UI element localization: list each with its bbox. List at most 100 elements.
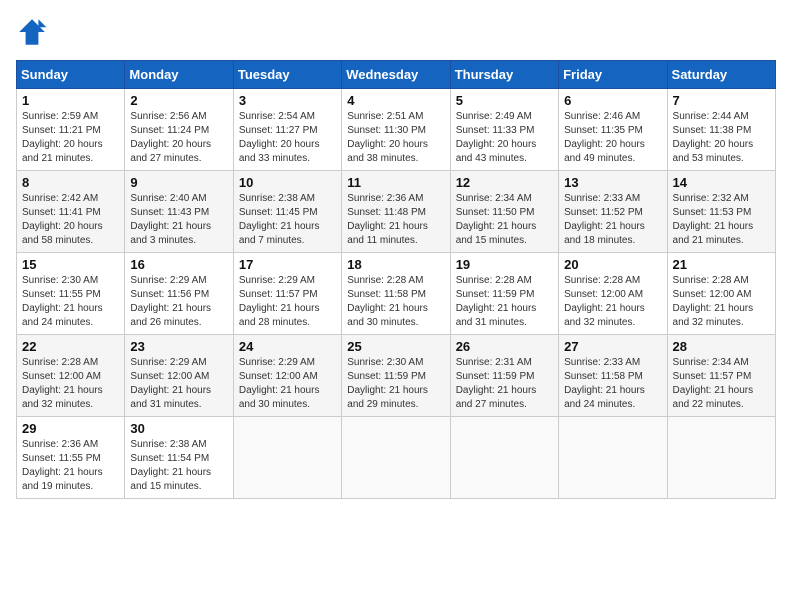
calendar-cell [233, 417, 341, 499]
day-info: Sunrise: 2:44 AMSunset: 11:38 PMDaylight… [673, 110, 770, 166]
day-info: Sunrise: 2:33 AMSunset: 11:58 PMDaylight… [564, 356, 661, 412]
day-number: 4 [347, 93, 444, 108]
day-number: 28 [673, 339, 770, 354]
calendar-cell: 14 Sunrise: 2:32 AMSunset: 11:53 PMDaylig… [667, 171, 775, 253]
page-header [16, 16, 776, 48]
calendar-cell: 28 Sunrise: 2:34 AMSunset: 11:57 PMDaylig… [667, 335, 775, 417]
day-number: 5 [456, 93, 553, 108]
day-number: 26 [456, 339, 553, 354]
day-info: Sunrise: 2:54 AMSunset: 11:27 PMDaylight… [239, 110, 336, 166]
weekday-header-monday: Monday [125, 61, 233, 89]
day-number: 16 [130, 257, 227, 272]
day-info: Sunrise: 2:28 AMSunset: 12:00 AMDaylight… [22, 356, 119, 412]
calendar-cell [559, 417, 667, 499]
calendar-cell: 11 Sunrise: 2:36 AMSunset: 11:48 PMDaylig… [342, 171, 450, 253]
calendar-cell: 19 Sunrise: 2:28 AMSunset: 11:59 PMDaylig… [450, 253, 558, 335]
day-info: Sunrise: 2:33 AMSunset: 11:52 PMDaylight… [564, 192, 661, 248]
day-info: Sunrise: 2:38 AMSunset: 11:54 PMDaylight… [130, 438, 227, 494]
day-info: Sunrise: 2:49 AMSunset: 11:33 PMDaylight… [456, 110, 553, 166]
calendar-cell: 13 Sunrise: 2:33 AMSunset: 11:52 PMDaylig… [559, 171, 667, 253]
calendar-header-row: SundayMondayTuesdayWednesdayThursdayFrid… [17, 61, 776, 89]
weekday-header-sunday: Sunday [17, 61, 125, 89]
calendar-week-1: 1 Sunrise: 2:59 AMSunset: 11:21 PMDayligh… [17, 89, 776, 171]
day-number: 24 [239, 339, 336, 354]
logo [16, 16, 52, 48]
calendar-week-4: 22Sunrise: 2:28 AMSunset: 12:00 AMDaylig… [17, 335, 776, 417]
weekday-header-tuesday: Tuesday [233, 61, 341, 89]
day-info: Sunrise: 2:38 AMSunset: 11:45 PMDaylight… [239, 192, 336, 248]
day-info: Sunrise: 2:36 AMSunset: 11:48 PMDaylight… [347, 192, 444, 248]
day-number: 1 [22, 93, 119, 108]
calendar-cell: 18 Sunrise: 2:28 AMSunset: 11:58 PMDaylig… [342, 253, 450, 335]
calendar-cell: 27 Sunrise: 2:33 AMSunset: 11:58 PMDaylig… [559, 335, 667, 417]
calendar-cell: 2 Sunrise: 2:56 AMSunset: 11:24 PMDayligh… [125, 89, 233, 171]
day-number: 10 [239, 175, 336, 190]
day-info: Sunrise: 2:28 AMSunset: 11:58 PMDaylight… [347, 274, 444, 330]
day-info: Sunrise: 2:29 AMSunset: 11:57 PMDaylight… [239, 274, 336, 330]
day-number: 29 [22, 421, 119, 436]
day-info: Sunrise: 2:29 AMSunset: 11:56 PMDaylight… [130, 274, 227, 330]
day-number: 3 [239, 93, 336, 108]
calendar-cell: 16 Sunrise: 2:29 AMSunset: 11:56 PMDaylig… [125, 253, 233, 335]
day-number: 14 [673, 175, 770, 190]
calendar-week-3: 15 Sunrise: 2:30 AMSunset: 11:55 PMDaylig… [17, 253, 776, 335]
day-number: 9 [130, 175, 227, 190]
day-info: Sunrise: 2:34 AMSunset: 11:57 PMDaylight… [673, 356, 770, 412]
day-number: 15 [22, 257, 119, 272]
day-number: 27 [564, 339, 661, 354]
day-number: 17 [239, 257, 336, 272]
day-number: 11 [347, 175, 444, 190]
day-info: Sunrise: 2:36 AMSunset: 11:55 PMDaylight… [22, 438, 119, 494]
day-info: Sunrise: 2:59 AMSunset: 11:21 PMDaylight… [22, 110, 119, 166]
day-number: 7 [673, 93, 770, 108]
day-info: Sunrise: 2:28 AMSunset: 11:59 PMDaylight… [456, 274, 553, 330]
day-info: Sunrise: 2:30 AMSunset: 11:59 PMDaylight… [347, 356, 444, 412]
day-number: 30 [130, 421, 227, 436]
day-number: 2 [130, 93, 227, 108]
calendar-cell: 9 Sunrise: 2:40 AMSunset: 11:43 PMDayligh… [125, 171, 233, 253]
day-info: Sunrise: 2:28 AMSunset: 12:00 AMDaylight… [673, 274, 770, 330]
day-info: Sunrise: 2:32 AMSunset: 11:53 PMDaylight… [673, 192, 770, 248]
day-info: Sunrise: 2:30 AMSunset: 11:55 PMDaylight… [22, 274, 119, 330]
calendar-cell: 1 Sunrise: 2:59 AMSunset: 11:21 PMDayligh… [17, 89, 125, 171]
day-number: 23 [130, 339, 227, 354]
calendar-cell: 4Sunrise: 2:51 AMSunset: 11:30 PMDayligh… [342, 89, 450, 171]
day-info: Sunrise: 2:31 AMSunset: 11:59 PMDaylight… [456, 356, 553, 412]
calendar-cell [667, 417, 775, 499]
day-info: Sunrise: 2:29 AMSunset: 12:00 AMDaylight… [130, 356, 227, 412]
logo-icon [16, 16, 48, 48]
weekday-header-wednesday: Wednesday [342, 61, 450, 89]
day-number: 21 [673, 257, 770, 272]
day-number: 18 [347, 257, 444, 272]
day-number: 20 [564, 257, 661, 272]
calendar-cell: 22Sunrise: 2:28 AMSunset: 12:00 AMDaylig… [17, 335, 125, 417]
day-info: Sunrise: 2:42 AMSunset: 11:41 PMDaylight… [22, 192, 119, 248]
calendar-cell: 10 Sunrise: 2:38 AMSunset: 11:45 PMDaylig… [233, 171, 341, 253]
calendar-cell: 26 Sunrise: 2:31 AMSunset: 11:59 PMDaylig… [450, 335, 558, 417]
calendar-cell: 23 Sunrise: 2:29 AMSunset: 12:00 AMDaylig… [125, 335, 233, 417]
weekday-header-saturday: Saturday [667, 61, 775, 89]
calendar-week-2: 8 Sunrise: 2:42 AMSunset: 11:41 PMDayligh… [17, 171, 776, 253]
calendar-cell [342, 417, 450, 499]
calendar-cell: 15 Sunrise: 2:30 AMSunset: 11:55 PMDaylig… [17, 253, 125, 335]
day-info: Sunrise: 2:46 AMSunset: 11:35 PMDaylight… [564, 110, 661, 166]
calendar-cell: 24 Sunrise: 2:29 AMSunset: 12:00 AMDaylig… [233, 335, 341, 417]
calendar-cell: 29 Sunrise: 2:36 AMSunset: 11:55 PMDaylig… [17, 417, 125, 499]
day-info: Sunrise: 2:29 AMSunset: 12:00 AMDaylight… [239, 356, 336, 412]
day-info: Sunrise: 2:40 AMSunset: 11:43 PMDaylight… [130, 192, 227, 248]
day-number: 19 [456, 257, 553, 272]
calendar-cell: 8 Sunrise: 2:42 AMSunset: 11:41 PMDayligh… [17, 171, 125, 253]
calendar-cell: 25 Sunrise: 2:30 AMSunset: 11:59 PMDaylig… [342, 335, 450, 417]
calendar-cell: 20Sunrise: 2:28 AMSunset: 12:00 AMDaylig… [559, 253, 667, 335]
calendar-cell: 3 Sunrise: 2:54 AMSunset: 11:27 PMDayligh… [233, 89, 341, 171]
calendar-cell [450, 417, 558, 499]
day-number: 8 [22, 175, 119, 190]
day-number: 12 [456, 175, 553, 190]
calendar-week-5: 29 Sunrise: 2:36 AMSunset: 11:55 PMDaylig… [17, 417, 776, 499]
calendar-cell: 7 Sunrise: 2:44 AMSunset: 11:38 PMDayligh… [667, 89, 775, 171]
day-number: 25 [347, 339, 444, 354]
calendar-cell: 12Sunrise: 2:34 AMSunset: 11:50 PMDaylig… [450, 171, 558, 253]
day-number: 13 [564, 175, 661, 190]
day-info: Sunrise: 2:56 AMSunset: 11:24 PMDaylight… [130, 110, 227, 166]
day-number: 6 [564, 93, 661, 108]
